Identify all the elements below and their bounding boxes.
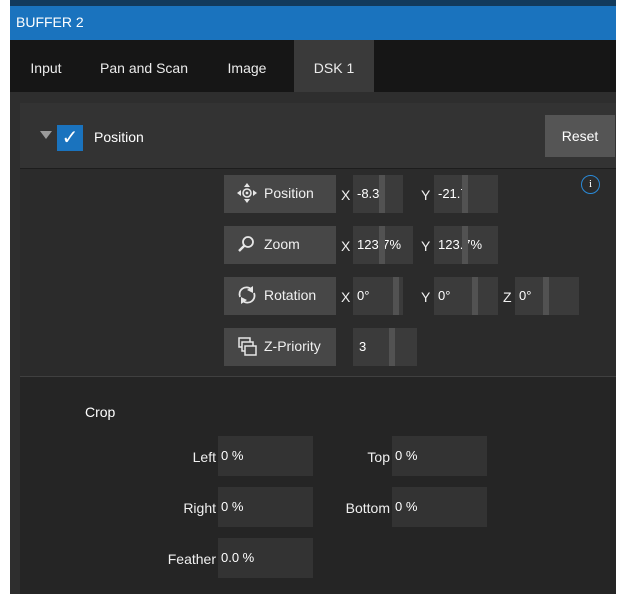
zoom-y-label: Y [421,238,431,254]
reset-button[interactable]: Reset [545,115,615,157]
drag-handle[interactable] [472,277,478,315]
position-section-title: Position [94,129,144,145]
dsk-panel: ✓ Position Reset i Position X -8.3 Y -21 [20,103,616,594]
tab-pan-and-scan[interactable]: Pan and Scan [88,40,200,92]
rotation-x-label: X [341,289,351,305]
zoom-x-field[interactable]: 123.7% [353,226,413,264]
zoom-x-label: X [341,238,351,254]
crop-feather-label: Feather [167,551,216,567]
crop-bottom-label: Bottom [345,500,390,516]
crop-section-title: Crop [85,404,116,420]
position-button-label: Position [264,185,314,201]
crop-right-label: Right [183,500,216,516]
z-priority-button[interactable]: Z-Priority [224,328,336,366]
zoom-y-value: 123.7% [438,237,483,252]
drag-handle[interactable] [543,277,549,315]
video-preview-strip [10,0,616,6]
drag-handle[interactable] [462,175,468,213]
window-title: BUFFER 2 [16,14,84,30]
rotation-z-value: 0° [519,288,532,303]
position-button[interactable]: Position [224,175,336,213]
position-section-header: ✓ Position Reset [20,103,616,169]
magnifier-icon [238,236,254,252]
position-enable-checkbox[interactable]: ✓ [57,125,83,151]
tab-image[interactable]: Image [207,40,287,92]
position-x-value: -8.3 [357,186,380,201]
buffer-window: BUFFER 2 Input Pan and Scan Image DSK 1 … [10,0,616,594]
crop-feather-value: 0.0 % [221,550,255,565]
drag-handle[interactable] [462,226,468,264]
drag-handle[interactable] [393,277,399,315]
rotation-x-value: 0° [357,288,370,303]
rotation-z-label: Z [503,289,512,305]
rotation-y-label: Y [421,289,431,305]
position-x-label: X [341,187,351,203]
zoom-button-label: Zoom [264,236,300,252]
rotation-y-value: 0° [438,288,451,303]
crop-left-value: 0 % [221,448,244,463]
tab-dsk-1[interactable]: DSK 1 [294,40,374,92]
info-icon[interactable]: i [581,175,600,194]
layers-icon [238,337,257,356]
rotation-y-field[interactable]: 0° [434,277,498,315]
drag-handle[interactable] [389,328,395,366]
crop-right-field[interactable]: 0 % [218,487,313,527]
rotation-x-field[interactable]: 0° [353,277,403,315]
z-priority-value: 3 [359,339,367,354]
crop-left-label: Left [192,449,216,465]
crop-feather-field[interactable]: 0.0 % [218,538,313,578]
move-arrows-icon [237,183,257,203]
zoom-y-field[interactable]: 123.7% [434,226,498,264]
z-priority-button-label: Z-Priority [264,338,321,354]
crop-left-field[interactable]: 0 % [218,436,313,476]
tab-input[interactable]: Input [10,40,82,92]
crop-bottom-field[interactable]: 0 % [392,487,487,527]
rotation-button-label: Rotation [264,287,317,303]
rotation-z-field[interactable]: 0° [515,277,579,315]
crop-top-label: Top [367,449,390,465]
crop-right-value: 0 % [221,499,244,514]
position-y-field[interactable]: -21.7 [434,175,498,213]
collapse-triangle-icon[interactable] [40,131,52,139]
crop-bottom-value: 0 % [395,499,418,514]
drag-handle[interactable] [379,175,385,213]
rotation-button[interactable]: Rotation [224,277,336,315]
position-y-label: Y [421,187,431,203]
crop-top-value: 0 % [395,448,418,463]
crop-top-field[interactable]: 0 % [392,436,487,476]
drag-handle[interactable] [379,226,385,264]
z-priority-field[interactable]: 3 [353,328,417,366]
tab-bar: Input Pan and Scan Image DSK 1 [10,40,616,92]
zoom-button[interactable]: Zoom [224,226,336,264]
position-x-field[interactable]: -8.3 [353,175,403,213]
rotate-arrows-icon [238,286,256,304]
checkmark-icon: ✓ [61,127,79,149]
title-bar: BUFFER 2 [10,0,616,40]
